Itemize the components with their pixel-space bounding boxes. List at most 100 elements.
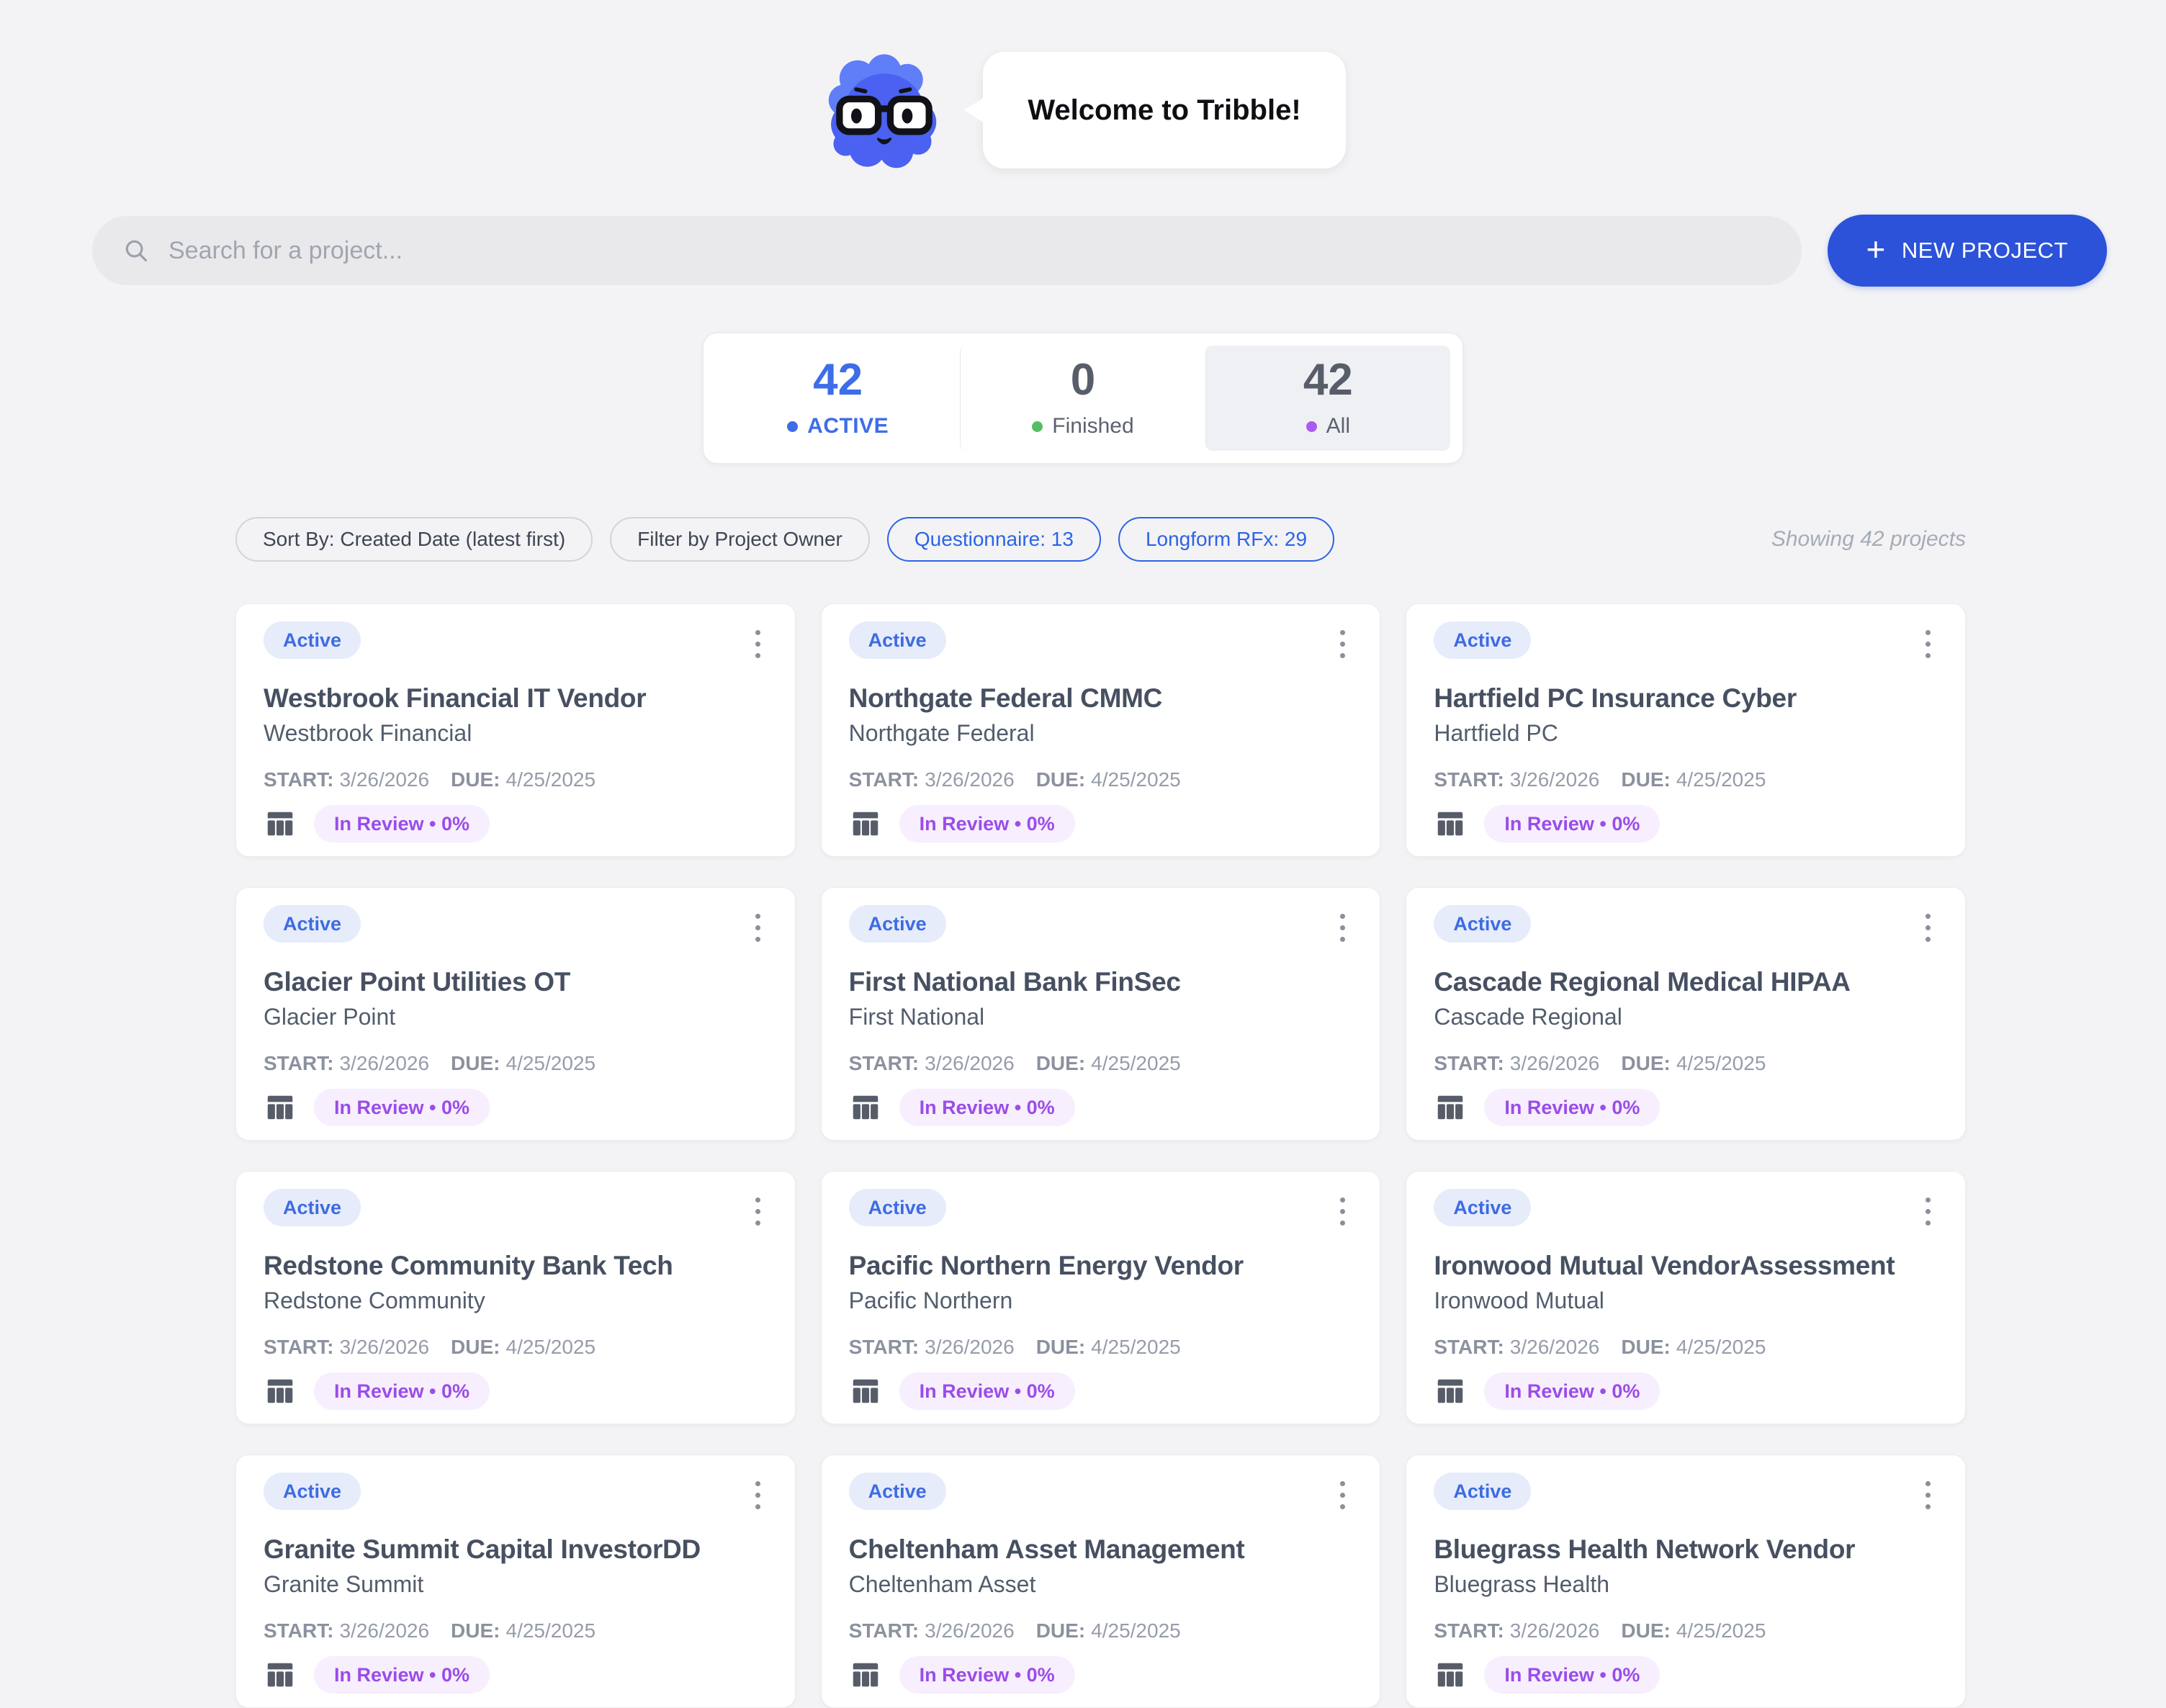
kebab-menu-icon[interactable] bbox=[1918, 1189, 1938, 1234]
status-badge: Active bbox=[1434, 1189, 1531, 1226]
sort-by-button[interactable]: Sort By: Created Date (latest first) bbox=[235, 517, 593, 562]
project-card[interactable]: Active Westbrook Financial IT Vendor Wes… bbox=[235, 603, 796, 857]
start-label: START: bbox=[849, 768, 919, 791]
start-label: START: bbox=[849, 1052, 919, 1074]
project-owner: Bluegrass Health bbox=[1434, 1570, 1938, 1599]
table-icon bbox=[849, 1658, 882, 1691]
filter-owner-button[interactable]: Filter by Project Owner bbox=[610, 517, 870, 562]
project-owner: Redstone Community bbox=[264, 1286, 768, 1315]
kebab-menu-icon[interactable] bbox=[1333, 1189, 1352, 1234]
project-dates: START:3/26/2026 DUE:4/25/2025 bbox=[1434, 1619, 1938, 1643]
project-card[interactable]: Active Hartfield PC Insurance Cyber Hart… bbox=[1406, 603, 1966, 857]
questionnaire-filter-button[interactable]: Questionnaire: 13 bbox=[887, 517, 1101, 562]
progress-status-badge: In Review • 0% bbox=[899, 805, 1075, 842]
start-label: START: bbox=[1434, 1052, 1504, 1074]
status-badge: Active bbox=[849, 1189, 946, 1226]
kebab-menu-icon[interactable] bbox=[1333, 621, 1352, 667]
project-dates: START:3/26/2026 DUE:4/25/2025 bbox=[1434, 768, 1938, 792]
project-card[interactable]: Active Ironwood Mutual VendorAssessment … bbox=[1406, 1171, 1966, 1424]
search-input[interactable] bbox=[168, 237, 1771, 265]
project-card[interactable]: Active Granite Summit Capital InvestorDD… bbox=[235, 1455, 796, 1708]
project-title: Glacier Point Utilities OT bbox=[264, 966, 768, 998]
showing-projects-count: Showing 42 projects bbox=[1771, 527, 1966, 552]
stat-active[interactable]: 42 ACTIVE bbox=[716, 346, 960, 451]
longform-rfx-filter-button[interactable]: Longform RFx: 29 bbox=[1118, 517, 1334, 562]
table-icon bbox=[264, 1658, 297, 1691]
due-date: 4/25/2025 bbox=[1676, 768, 1766, 791]
start-label: START: bbox=[1434, 1619, 1504, 1642]
search-row: + NEW PROJECT bbox=[92, 215, 2107, 287]
table-icon bbox=[1434, 1091, 1467, 1124]
project-card[interactable]: Active Cascade Regional Medical HIPAA Ca… bbox=[1406, 887, 1966, 1141]
project-stats-card: 42 ACTIVE 0 Finished 42 All bbox=[703, 333, 1463, 464]
start-date: 3/26/2026 bbox=[925, 768, 1015, 791]
table-icon bbox=[264, 807, 297, 840]
progress-status-badge: In Review • 0% bbox=[899, 1089, 1075, 1126]
project-card[interactable]: Active Bluegrass Health Network Vendor B… bbox=[1406, 1455, 1966, 1708]
project-card[interactable]: Active First National Bank FinSec First … bbox=[821, 887, 1381, 1141]
tribble-mascot-logo bbox=[820, 52, 948, 173]
filter-row: Sort By: Created Date (latest first) Fil… bbox=[235, 517, 1966, 562]
progress-status-badge: In Review • 0% bbox=[1484, 1656, 1660, 1694]
tribble-mascot-icon bbox=[820, 52, 948, 173]
start-date: 3/26/2026 bbox=[1510, 1336, 1600, 1358]
status-badge: Active bbox=[1434, 621, 1531, 659]
project-owner: Granite Summit bbox=[264, 1570, 768, 1599]
kebab-menu-icon[interactable] bbox=[1918, 1473, 1938, 1518]
start-date: 3/26/2026 bbox=[1510, 768, 1600, 791]
kebab-menu-icon[interactable] bbox=[1333, 1473, 1352, 1518]
project-card[interactable]: Active Pacific Northern Energy Vendor Pa… bbox=[821, 1171, 1381, 1424]
due-label: DUE: bbox=[1621, 1052, 1670, 1074]
project-owner: Pacific Northern bbox=[849, 1286, 1353, 1315]
new-project-button[interactable]: + NEW PROJECT bbox=[1828, 215, 2108, 287]
stat-finished[interactable]: 0 Finished bbox=[960, 346, 1205, 451]
start-date: 3/26/2026 bbox=[339, 1336, 429, 1358]
project-card[interactable]: Active Glacier Point Utilities OT Glacie… bbox=[235, 887, 796, 1141]
start-date: 3/26/2026 bbox=[339, 768, 429, 791]
project-card[interactable]: Active Northgate Federal CMMC Northgate … bbox=[821, 603, 1381, 857]
start-label: START: bbox=[849, 1336, 919, 1358]
progress-status-badge: In Review • 0% bbox=[1484, 805, 1660, 842]
kebab-menu-icon[interactable] bbox=[1333, 905, 1352, 950]
progress-status-badge: In Review • 0% bbox=[1484, 1089, 1660, 1126]
status-badge: Active bbox=[849, 905, 946, 943]
due-label: DUE: bbox=[451, 768, 500, 791]
status-badge: Active bbox=[264, 621, 361, 659]
table-icon bbox=[849, 807, 882, 840]
due-label: DUE: bbox=[1621, 1336, 1670, 1358]
status-badge: Active bbox=[264, 1189, 361, 1226]
table-icon bbox=[1434, 1658, 1467, 1691]
kebab-menu-icon[interactable] bbox=[1918, 621, 1938, 667]
project-owner: Cascade Regional bbox=[1434, 1002, 1938, 1031]
due-date: 4/25/2025 bbox=[1091, 1052, 1181, 1074]
stat-all[interactable]: 42 All bbox=[1205, 346, 1450, 451]
kebab-menu-icon[interactable] bbox=[748, 905, 768, 950]
status-badge: Active bbox=[264, 1473, 361, 1510]
project-dates: START:3/26/2026 DUE:4/25/2025 bbox=[264, 1051, 768, 1076]
progress-status-badge: In Review • 0% bbox=[1484, 1372, 1660, 1410]
progress-status-badge: In Review • 0% bbox=[314, 1372, 490, 1410]
start-label: START: bbox=[849, 1619, 919, 1642]
start-date: 3/26/2026 bbox=[1510, 1052, 1600, 1074]
kebab-menu-icon[interactable] bbox=[748, 1473, 768, 1518]
project-search-bar[interactable] bbox=[92, 216, 1802, 285]
progress-status-badge: In Review • 0% bbox=[314, 1656, 490, 1694]
project-card[interactable]: Active Cheltenham Asset Management Chelt… bbox=[821, 1455, 1381, 1708]
kebab-menu-icon[interactable] bbox=[748, 1189, 768, 1234]
project-dates: START:3/26/2026 DUE:4/25/2025 bbox=[1434, 1051, 1938, 1076]
due-date: 4/25/2025 bbox=[506, 1336, 596, 1358]
start-label: START: bbox=[264, 1052, 333, 1074]
progress-status-badge: In Review • 0% bbox=[899, 1656, 1075, 1694]
project-owner: First National bbox=[849, 1002, 1353, 1031]
project-title: Ironwood Mutual VendorAssessment bbox=[1434, 1250, 1938, 1282]
kebab-menu-icon[interactable] bbox=[748, 621, 768, 667]
project-card[interactable]: Active Redstone Community Bank Tech Reds… bbox=[235, 1171, 796, 1424]
project-dates: START:3/26/2026 DUE:4/25/2025 bbox=[1434, 1335, 1938, 1359]
start-date: 3/26/2026 bbox=[339, 1619, 429, 1642]
project-grid: Active Westbrook Financial IT Vendor Wes… bbox=[235, 603, 1966, 1708]
status-badge: Active bbox=[1434, 1473, 1531, 1510]
table-icon bbox=[849, 1091, 882, 1124]
kebab-menu-icon[interactable] bbox=[1918, 905, 1938, 950]
status-badge: Active bbox=[849, 621, 946, 659]
active-dot-icon bbox=[787, 421, 798, 432]
